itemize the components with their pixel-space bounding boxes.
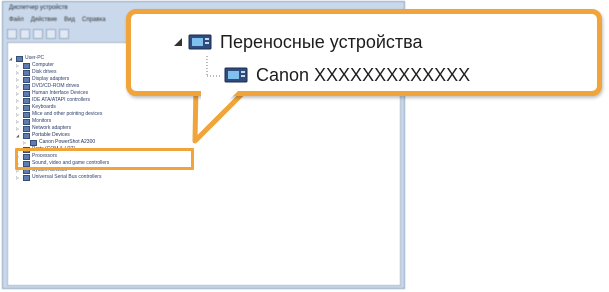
camera-device-icon — [224, 66, 248, 84]
callout-device-row: Canon XXXXXXXXXXXXX — [224, 63, 470, 87]
tree-connector-lines — [206, 56, 222, 77]
callout-device-label: Canon XXXXXXXXXXXXX — [256, 64, 471, 85]
